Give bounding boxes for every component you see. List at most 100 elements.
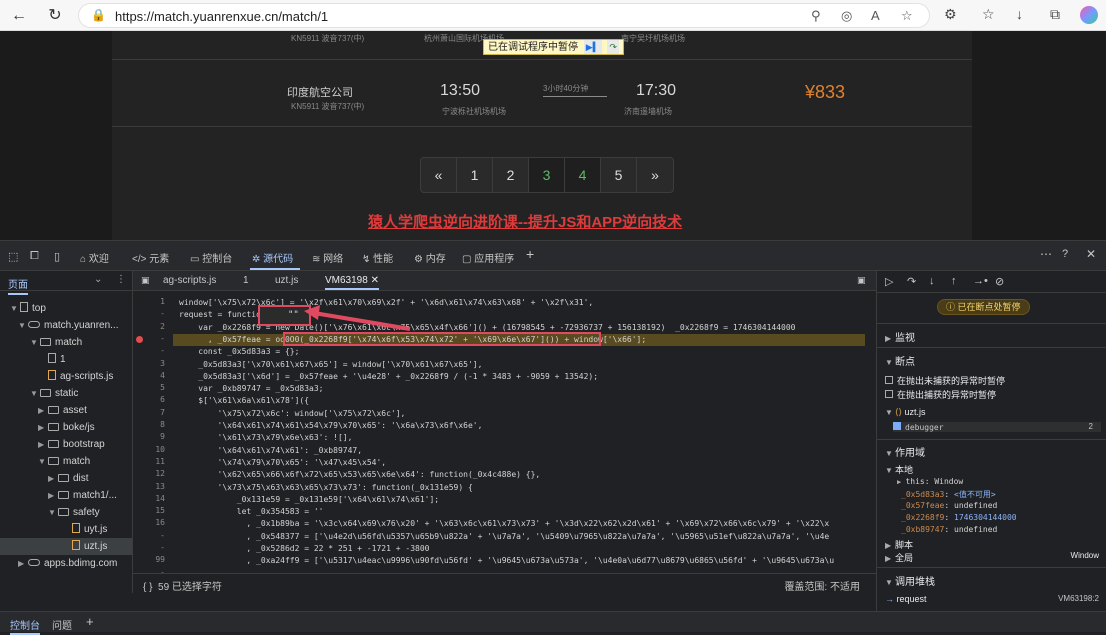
downloads-icon[interactable]: ↓ [1016, 6, 1023, 22]
tree-item-file[interactable]: uyt.js [72, 521, 107, 538]
line-number[interactable]: 1 [160, 297, 165, 306]
section-breakpoints[interactable]: ▼ 断点 [885, 353, 915, 368]
page-button-current[interactable]: 3 [529, 158, 565, 192]
code-line[interactable]: '\x73\x75\x63\x63\x65\x73\x73': function… [179, 482, 473, 494]
tree-item-folder[interactable]: ▼ static [30, 385, 78, 402]
page-button[interactable]: 1 [457, 158, 493, 192]
tracking-prevention-icon[interactable]: ◎ [841, 8, 852, 24]
breakpoint-file[interactable]: ▼ ⟨⟩ uzt.js [885, 407, 926, 418]
read-aloud-icon[interactable]: A [871, 8, 880, 23]
scope-var[interactable]: _0x2268f9: 1746304144000 [901, 513, 1017, 522]
breakpoint-marker[interactable] [136, 336, 143, 343]
tree-item-domain[interactable]: ▼ match.yuanren... [18, 317, 118, 334]
tree-item-file[interactable]: ag-scripts.js [48, 368, 113, 385]
code-line[interactable]: '\x75\x72\x6c': window['\x75\x72\x6c'], [179, 408, 406, 420]
toggle-navigator-icon[interactable]: ▣ [141, 275, 150, 286]
deactivate-breakpoints-icon[interactable]: ⊘ [995, 275, 1004, 288]
code-line[interactable]: let _0x354583 = '' [179, 506, 324, 518]
device-toggle-icon[interactable]: ⬚ [8, 250, 18, 263]
line-number[interactable]: 10 [155, 445, 165, 454]
line-number[interactable]: 4 [160, 371, 165, 380]
line-number[interactable]: 12 [155, 469, 165, 478]
code-line[interactable]: , _0xa24ff9 = ['\u5317\u4eac\u9996\u90fd… [179, 555, 834, 567]
pause-caught-checkbox[interactable]: 在抛出捕获的异常时暂停 [885, 388, 996, 401]
page-button[interactable]: 2 [493, 158, 529, 192]
drawer-tab-issues[interactable]: 问题 [52, 617, 72, 632]
tree-item-folder[interactable]: ▶ dist [48, 470, 89, 487]
tab-welcome[interactable]: ⌂ 欢迎 [80, 250, 109, 265]
line-number[interactable]: 5 [160, 383, 165, 392]
tab-console[interactable]: ▭ 控制台 [190, 250, 232, 265]
page-button[interactable]: 4 [565, 158, 601, 192]
line-number[interactable]: 99 [155, 555, 165, 564]
promo-link[interactable]: 猿人学爬虫逆向进阶课--提升JS和APP逆向技术 [368, 211, 682, 232]
code-line[interactable]: , _0x5286d2 = 22 * 251 + -1721 + -3800 [179, 543, 429, 555]
code-line[interactable]: , _0x548377 = ['\u4e2d\u56fd\u5357\u65b9… [179, 531, 829, 543]
scope-local[interactable]: ▼ 本地 [885, 463, 913, 476]
back-arrow-icon[interactable]: ← [8, 5, 30, 27]
editor-tab-active[interactable]: VM63198 ✕ [325, 275, 379, 290]
scope-global[interactable]: ▶ 全局 Window [885, 551, 1099, 564]
line-number[interactable]: 13 [155, 482, 165, 491]
zoom-icon[interactable]: ⚲ [811, 8, 821, 24]
favorites-icon[interactable]: ☆ [982, 6, 995, 23]
page-next-button[interactable]: » [637, 158, 673, 192]
tab-performance[interactable]: ↯ 性能 [362, 250, 393, 265]
code-line[interactable]: '\x62\x65\x66\x6f\x72\x65\x53\x65\x6e\x6… [179, 469, 541, 481]
code-line[interactable]: '\x74\x79\x70\x65': '\x47\x45\x54', [179, 457, 387, 469]
step-out-icon[interactable]: ↑ [951, 275, 957, 287]
scope-var[interactable]: _0x5d83a3: <值不可用> [901, 489, 996, 500]
extensions-icon[interactable]: ⚙ [944, 6, 957, 23]
resume-icon[interactable]: ▷ [885, 275, 893, 288]
code-line[interactable]: $['\x61\x6a\x61\x78']({ [179, 395, 309, 407]
line-number[interactable]: 6 [160, 395, 165, 404]
code-line[interactable]: const _0x5d83a3 = {}; [179, 346, 299, 358]
page-button[interactable]: 5 [601, 158, 637, 192]
section-watch[interactable]: ▶ 监视 [885, 329, 915, 344]
code-line[interactable]: var _0xb89747 = _0x5d83a3; [179, 383, 323, 395]
step-icon[interactable]: →• [973, 275, 988, 287]
close-devtools-icon[interactable]: ✕ [1086, 247, 1096, 261]
line-number[interactable]: - [160, 334, 165, 343]
tree-item-top[interactable]: ▼ top [10, 300, 46, 317]
scope-var-this[interactable]: ▶ this: Window [897, 477, 963, 486]
editor-tab[interactable]: 1 [243, 275, 249, 286]
section-scope[interactable]: ▼ 作用域 [885, 444, 925, 459]
dock-icon[interactable]: ▯ [54, 250, 60, 263]
line-number[interactable]: 16 [155, 518, 165, 527]
breakpoint-entry[interactable]: debugger 2 [893, 422, 1101, 432]
scope-var[interactable]: _0xb89747: undefined [901, 525, 997, 534]
step-into-icon[interactable]: ↓ [929, 275, 935, 287]
code-line[interactable]: _0x5d83a3['\x6d'] = _0x57feae + '\u4e28'… [179, 371, 598, 383]
line-number[interactable]: 15 [155, 506, 165, 515]
page-prev-button[interactable]: « [421, 158, 457, 192]
editor-tab[interactable]: ag-scripts.js [163, 275, 216, 286]
tree-item-folder[interactable]: ▼ match [30, 334, 82, 351]
help-icon[interactable]: ? [1062, 248, 1068, 260]
chevron-down-icon[interactable]: ⌄ [94, 274, 102, 285]
tab-elements[interactable]: </> 元素 [132, 250, 169, 265]
tree-item-folder[interactable]: ▶ bootstrap [38, 436, 105, 453]
line-number[interactable]: 3 [160, 359, 165, 368]
line-number[interactable]: - [160, 543, 165, 552]
navigator-tab-page[interactable]: 页面 [8, 276, 28, 295]
line-number[interactable]: - [160, 531, 165, 540]
favorite-star-icon[interactable]: ☆ [901, 8, 913, 24]
line-number[interactable]: 14 [155, 494, 165, 503]
line-number[interactable]: 7 [160, 408, 165, 417]
tab-sources[interactable]: ✲ 源代码 [252, 250, 293, 265]
code-line[interactable]: , _0x1b89ba = '\x3c\x64\x69\x76\x20' + '… [179, 518, 829, 530]
tree-item-folder[interactable]: ▶ asset [38, 402, 87, 419]
tree-item-file-selected[interactable]: uzt.js [0, 538, 132, 555]
tab-application[interactable]: ▢ 应用程序 [462, 250, 514, 265]
line-number[interactable]: 9 [160, 432, 165, 441]
add-tab-icon[interactable]: + [526, 246, 534, 262]
code-line[interactable]: _0x131e59 = _0x131e59['\x64\x61\x74\x61'… [179, 494, 439, 506]
scope-script[interactable]: ▶ 脚本 [885, 538, 913, 551]
address-bar[interactable]: 🔒 https://match.yuanrenxue.cn/match/1 ⚲ … [78, 3, 930, 28]
line-number[interactable]: - [160, 346, 165, 355]
resume-button[interactable]: ▶▍ [583, 40, 602, 54]
tree-item-domain[interactable]: ▶ apps.bdimg.com [18, 555, 117, 572]
more-options-icon[interactable]: ⋯ [1040, 247, 1052, 261]
pause-uncaught-checkbox[interactable]: 在抛出未捕获的异常时暂停 [885, 374, 1005, 387]
